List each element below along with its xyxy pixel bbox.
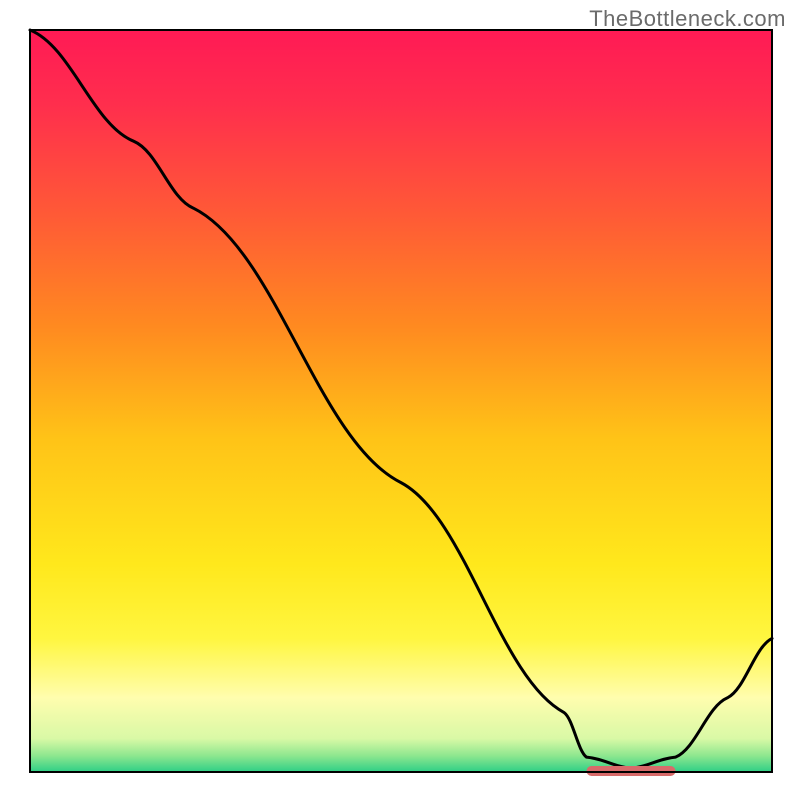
bottleneck-chart bbox=[0, 0, 800, 800]
watermark-text: TheBottleneck.com bbox=[589, 6, 786, 32]
chart-stage: TheBottleneck.com bbox=[0, 0, 800, 800]
gradient-background bbox=[30, 30, 772, 772]
